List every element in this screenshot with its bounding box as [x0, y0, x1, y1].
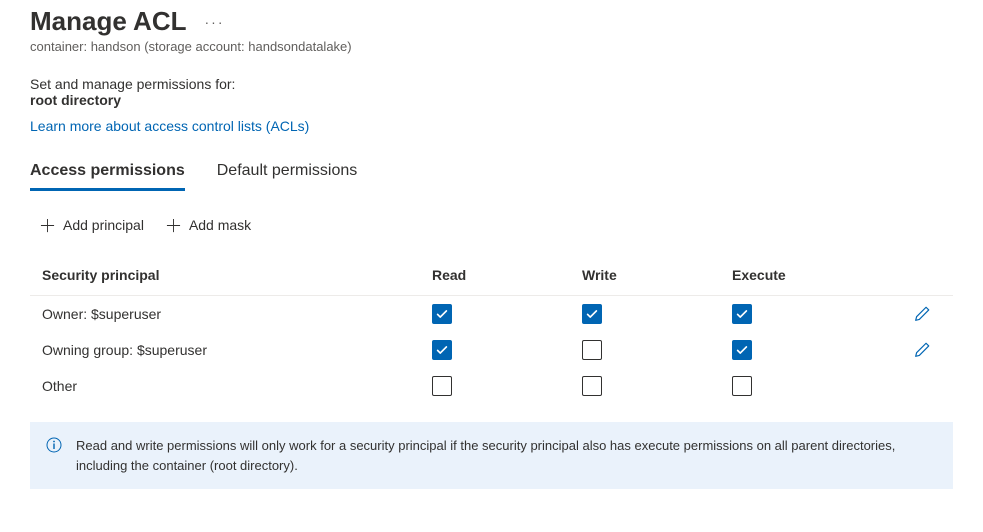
info-box: Read and write permissions will only wor… [30, 422, 953, 489]
col-header-execute: Execute [732, 267, 882, 283]
col-header-write: Write [582, 267, 732, 283]
checkbox-execute[interactable] [732, 340, 752, 360]
table-row: Other [30, 368, 953, 404]
checkbox-execute[interactable] [732, 376, 752, 396]
checkbox-write[interactable] [582, 304, 602, 324]
add-principal-button[interactable]: Add principal [38, 213, 146, 237]
plus-icon [40, 218, 55, 233]
checkbox-read[interactable] [432, 340, 452, 360]
checkbox-write[interactable] [582, 376, 602, 396]
tab-default-permissions[interactable]: Default permissions [217, 162, 358, 191]
intro-target: root directory [30, 92, 953, 108]
info-icon [46, 437, 62, 453]
tabs: Access permissions Default permissions [30, 162, 953, 191]
add-mask-button[interactable]: Add mask [164, 213, 253, 237]
table-row: Owner: $superuser [30, 296, 953, 332]
checkbox-execute[interactable] [732, 304, 752, 324]
plus-icon [166, 218, 181, 233]
table-row: Owning group: $superuser [30, 332, 953, 368]
principal-name: Owning group: $superuser [42, 342, 432, 358]
tab-access-permissions[interactable]: Access permissions [30, 162, 185, 191]
checkbox-write[interactable] [582, 340, 602, 360]
page-subtitle: container: handson (storage account: han… [30, 39, 953, 54]
col-header-read: Read [432, 267, 582, 283]
checkbox-read[interactable] [432, 304, 452, 324]
more-actions-icon[interactable]: ··· [205, 14, 225, 30]
col-header-principal: Security principal [42, 267, 432, 283]
learn-more-link[interactable]: Learn more about access control lists (A… [30, 118, 309, 134]
info-text: Read and write permissions will only wor… [76, 436, 937, 475]
intro-line1: Set and manage permissions for: [30, 76, 953, 92]
edit-icon[interactable] [913, 305, 931, 323]
principal-name: Owner: $superuser [42, 306, 432, 322]
acl-table: Security principal Read Write Execute Ow… [30, 261, 953, 404]
checkbox-read[interactable] [432, 376, 452, 396]
add-mask-label: Add mask [189, 217, 251, 233]
principal-name: Other [42, 378, 432, 394]
edit-icon[interactable] [913, 341, 931, 359]
add-principal-label: Add principal [63, 217, 144, 233]
page-title: Manage ACL [30, 6, 187, 37]
